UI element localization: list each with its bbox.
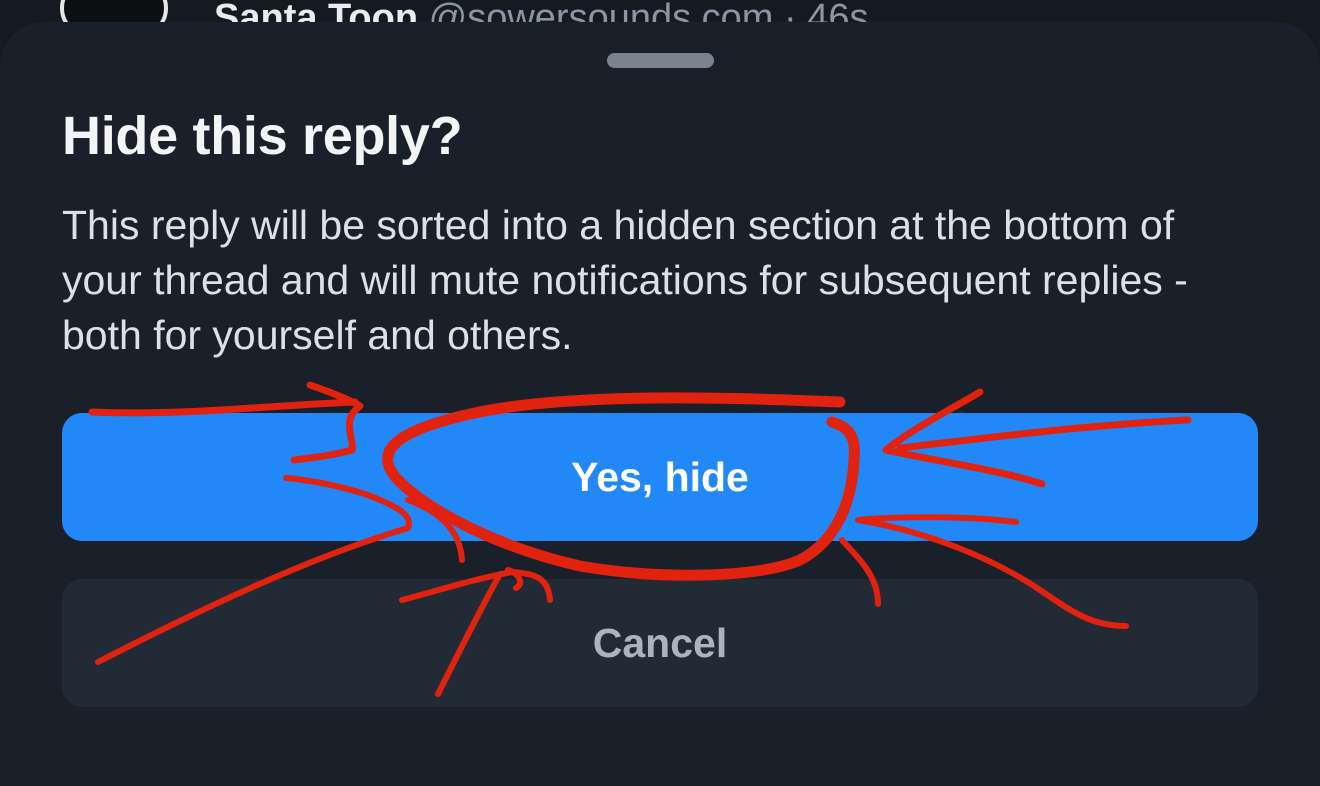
cancel-label: Cancel (592, 619, 728, 666)
dialog-message: This reply will be sorted into a hidden … (62, 202, 1188, 358)
screen: Santa Toon @sowersounds.com · 46s Hide t… (0, 0, 1320, 786)
dialog-title: Hide this reply? (62, 106, 463, 166)
confirm-hide-label: Yes, hide (571, 453, 749, 500)
cancel-button[interactable]: Cancel (62, 579, 1258, 707)
hide-reply-bottom-sheet: Hide this reply? This reply will be sort… (0, 22, 1320, 786)
confirm-hide-button[interactable]: Yes, hide (62, 413, 1258, 541)
sheet-drag-handle[interactable] (607, 53, 714, 68)
